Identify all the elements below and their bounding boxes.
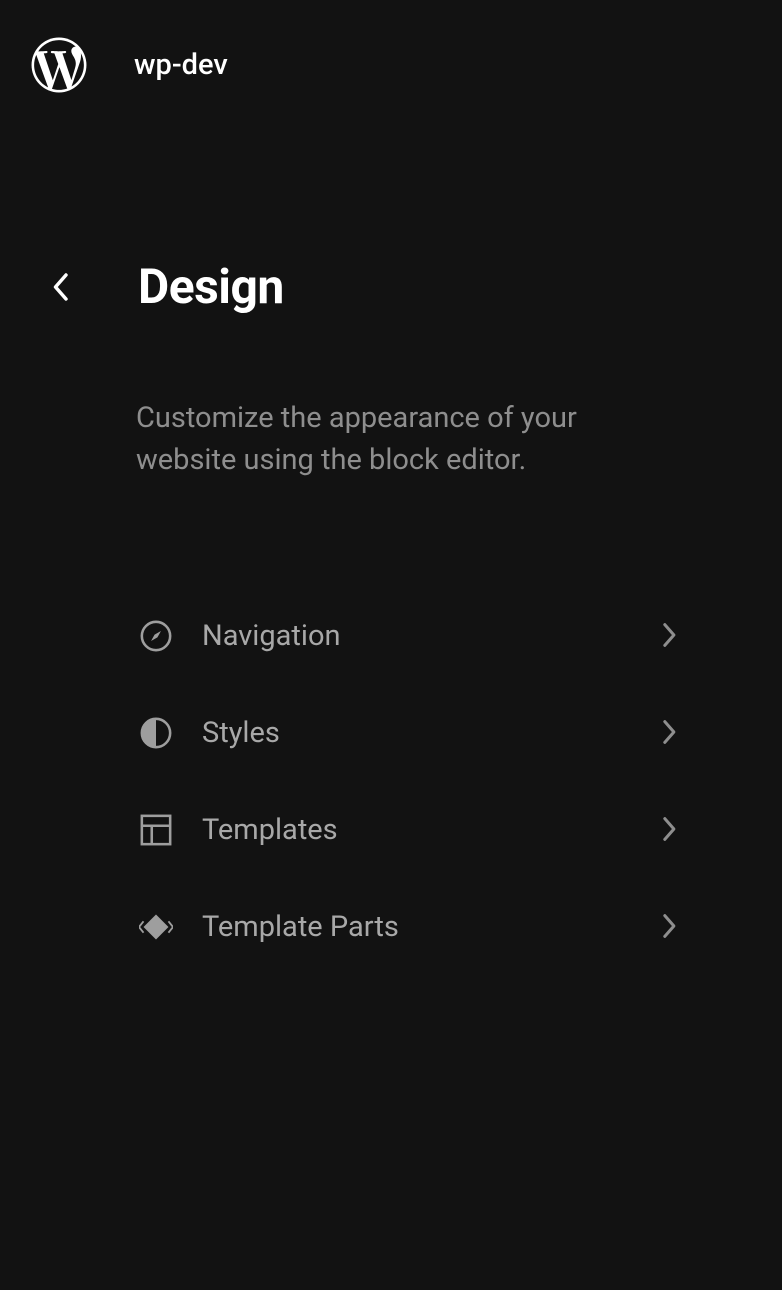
- menu-item-label: Template Parts: [202, 910, 662, 944]
- chevron-right-icon: [662, 622, 682, 650]
- page-description: Customize the appearance of your website…: [0, 397, 782, 481]
- menu-list: Navigation Styles T: [0, 587, 782, 975]
- chevron-right-icon: [662, 913, 682, 941]
- compass-icon: [138, 618, 174, 654]
- menu-item-label: Styles: [202, 716, 662, 750]
- site-title[interactable]: wp-dev: [134, 48, 228, 82]
- chevron-right-icon: [662, 816, 682, 844]
- menu-item-label: Navigation: [202, 619, 662, 653]
- menu-item-templates[interactable]: Templates: [138, 781, 682, 878]
- menu-item-styles[interactable]: Styles: [138, 684, 682, 781]
- wordpress-logo-icon[interactable]: [30, 36, 88, 94]
- title-row: Design: [0, 258, 782, 315]
- menu-item-template-parts[interactable]: Template Parts: [138, 878, 682, 975]
- diamond-icon: [138, 909, 174, 945]
- menu-item-label: Templates: [202, 813, 662, 847]
- header-bar: wp-dev: [0, 0, 782, 130]
- back-button[interactable]: [40, 267, 80, 307]
- layout-icon: [138, 812, 174, 848]
- contrast-icon: [138, 715, 174, 751]
- menu-item-navigation[interactable]: Navigation: [138, 587, 682, 684]
- page-title: Design: [138, 258, 284, 315]
- chevron-right-icon: [662, 719, 682, 747]
